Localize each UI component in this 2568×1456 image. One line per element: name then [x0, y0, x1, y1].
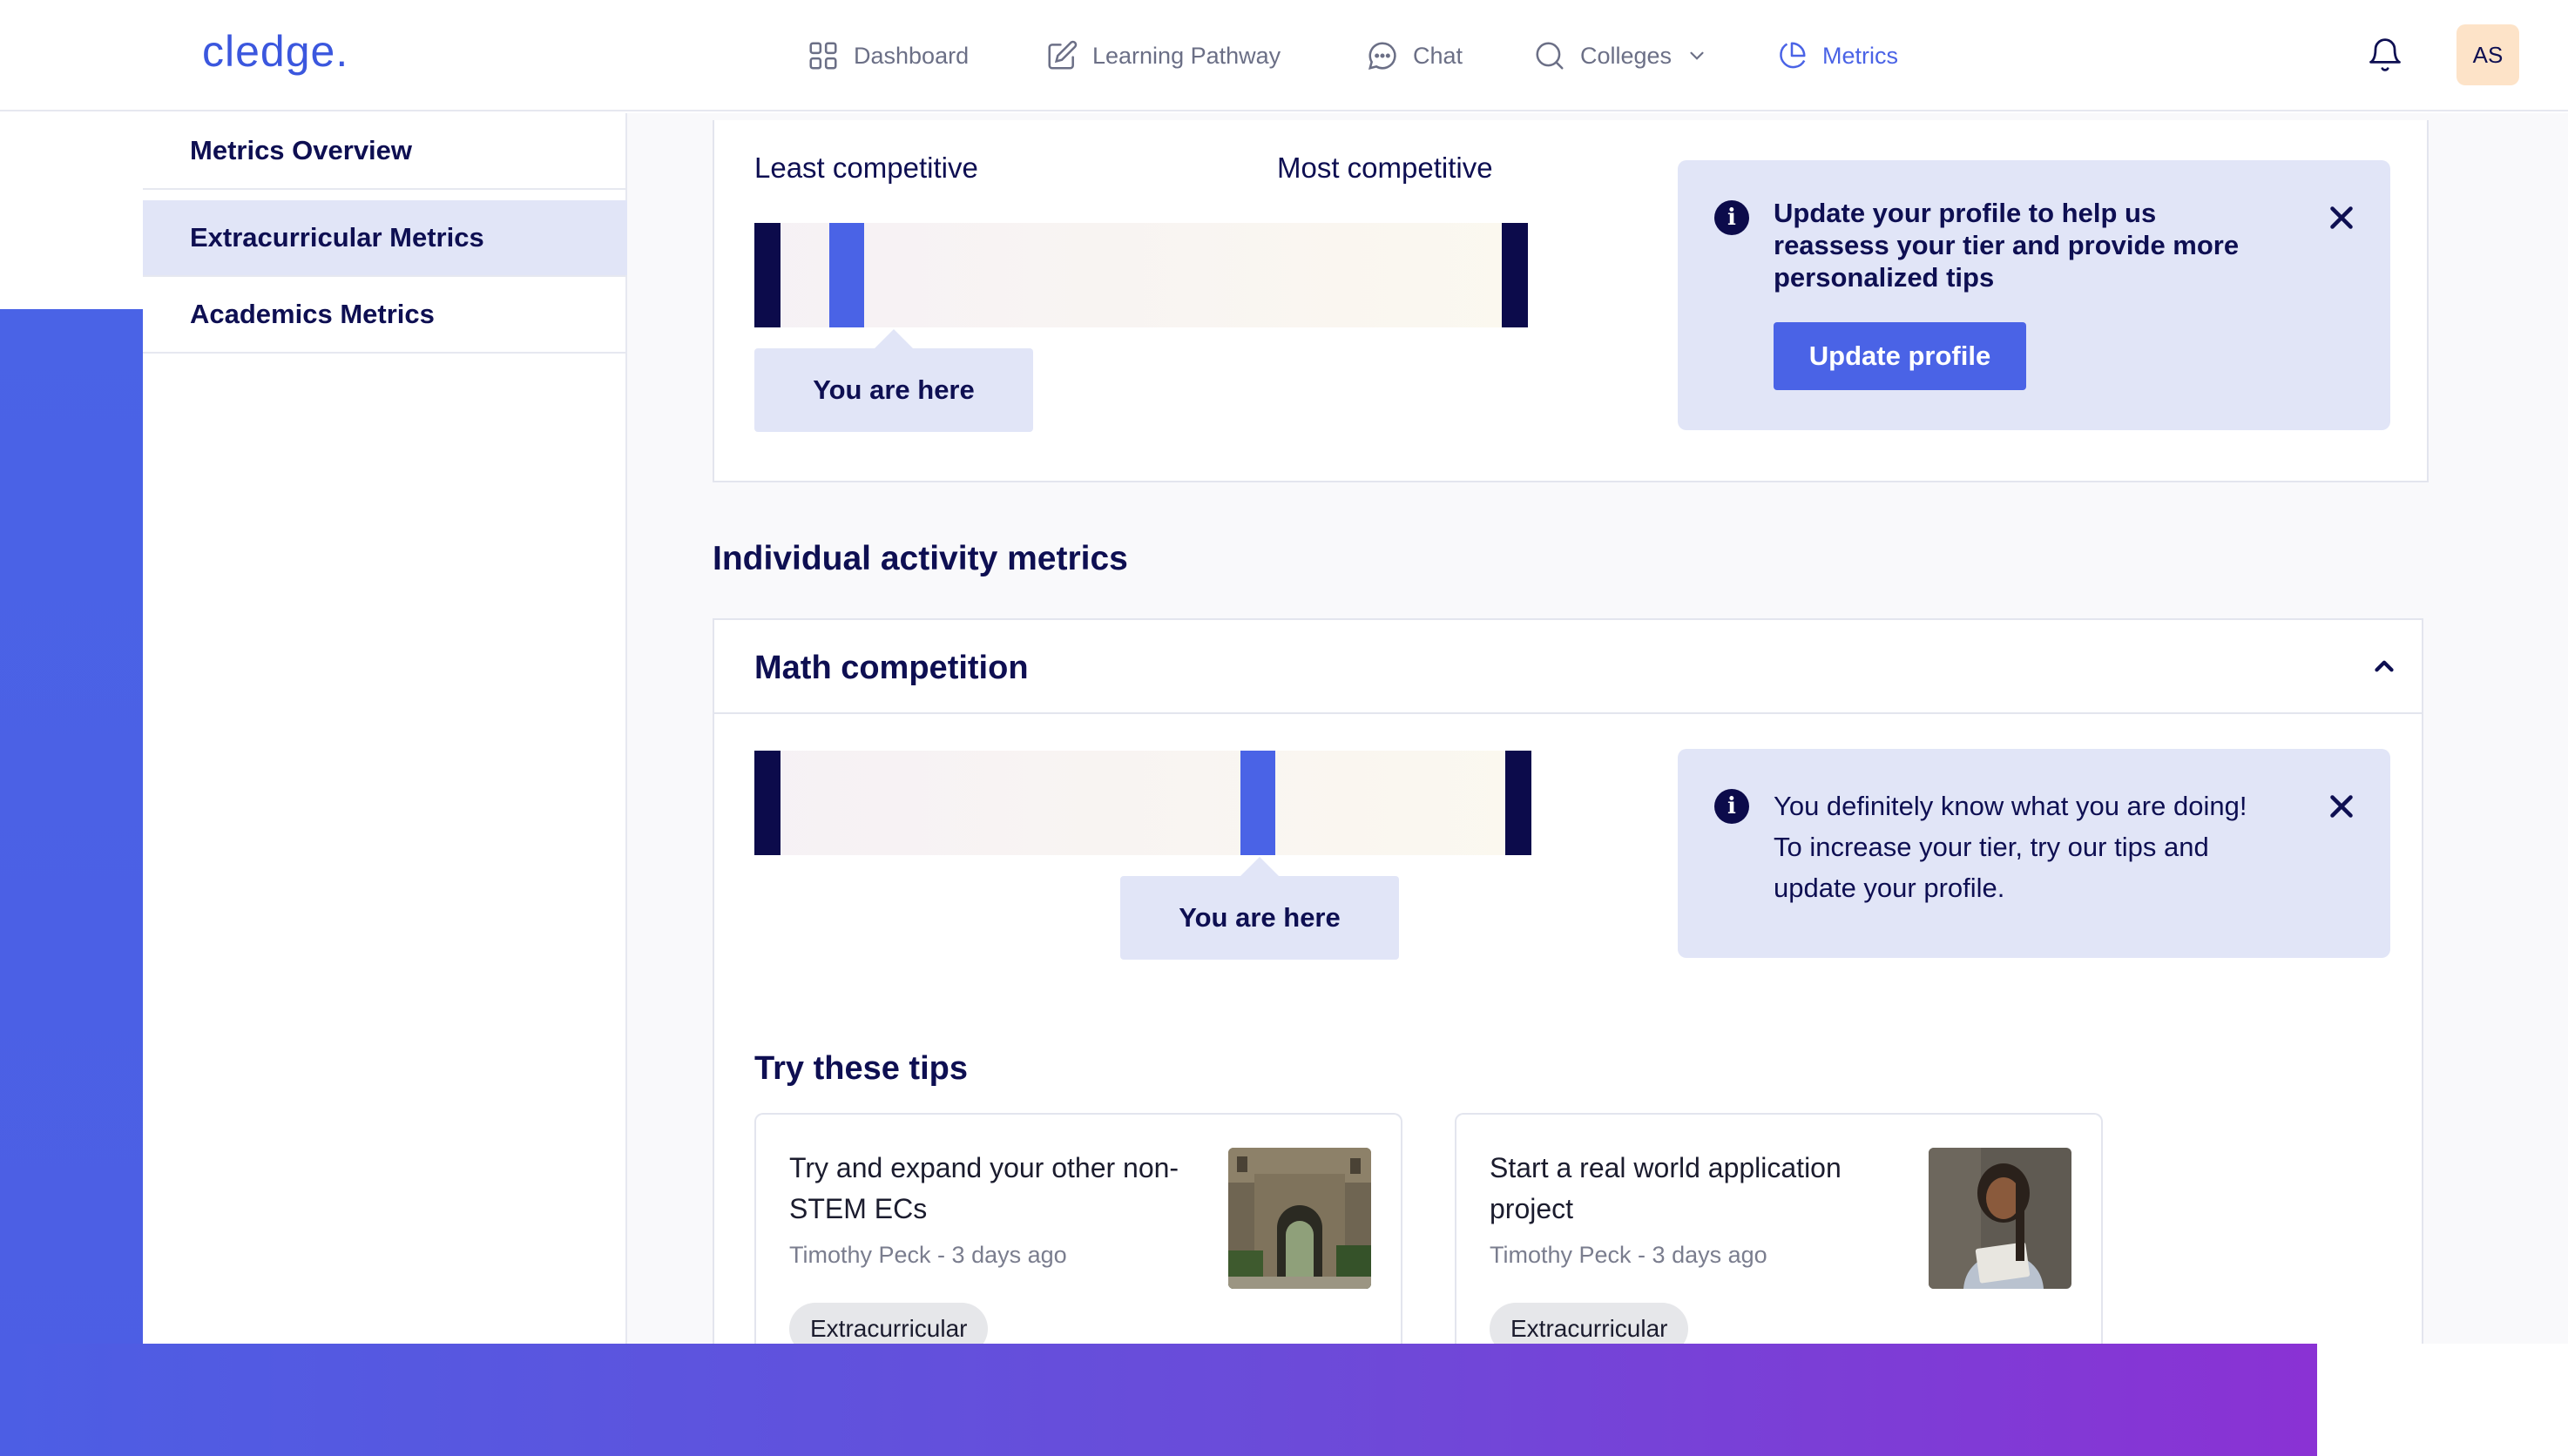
- close-icon[interactable]: [2326, 202, 2357, 233]
- nav-item-colleges[interactable]: Colleges: [1533, 35, 1708, 77]
- metrics-sidebar: Metrics Overview Extracurricular Metrics…: [143, 113, 627, 1344]
- edit-icon: [1048, 40, 1078, 70]
- sidebar-item-metrics-overview[interactable]: Metrics Overview: [143, 113, 627, 190]
- position-marker: [1240, 751, 1275, 855]
- sidebar-item-label: Metrics Overview: [190, 135, 413, 165]
- activity-info-box: i You definitely know what you are doing…: [1678, 749, 2390, 958]
- competitiveness-scale: [754, 223, 1526, 327]
- chevron-down-icon: [1690, 51, 1704, 60]
- student-reading-image: [1929, 1148, 2071, 1289]
- activity-title: Math competition: [754, 650, 1029, 686]
- nav-item-chat[interactable]: Chat: [1366, 35, 1463, 77]
- position-marker: [829, 223, 864, 327]
- nav-item-label: Colleges: [1580, 42, 1673, 69]
- nav-item-dashboard[interactable]: Dashboard: [807, 35, 969, 77]
- activity-card-header[interactable]: Math competition: [714, 620, 2422, 714]
- scale-start-cap: [754, 223, 781, 327]
- tip-tag[interactable]: Extracurricular: [789, 1303, 989, 1344]
- tip-card[interactable]: Start a real world application project T…: [1455, 1113, 2103, 1344]
- search-icon: [1536, 42, 1564, 70]
- you-are-here-label: You are here: [1120, 857, 1399, 960]
- nav-item-label: Chat: [1413, 42, 1463, 69]
- update-profile-button[interactable]: Update profile: [1774, 322, 2026, 390]
- tips-title: Try these tips: [754, 1050, 968, 1087]
- nav-item-label: Dashboard: [854, 42, 970, 69]
- most-competitive-label: Most competitive: [1277, 152, 1493, 184]
- tip-age: 3 days ago: [951, 1242, 1067, 1268]
- bell-icon[interactable]: [2366, 35, 2404, 77]
- activity-competitiveness-scale: [754, 751, 1530, 855]
- decorative-background-bottom: [0, 1344, 2317, 1456]
- top-navigation: cledge. Dashboard Learning Pathway Chat …: [0, 0, 2568, 111]
- pie-chart-icon: [1780, 42, 1806, 69]
- nav-item-label: Metrics: [1822, 42, 1898, 69]
- info-icon: i: [1714, 200, 1749, 235]
- scale-end-cap: [1502, 223, 1528, 327]
- avatar[interactable]: AS: [2456, 24, 2519, 85]
- scale-start-cap: [754, 751, 781, 855]
- tip-author: Timothy Peck: [1490, 1242, 1632, 1268]
- tip-meta: Timothy Peck - 3 days ago: [1490, 1242, 1767, 1268]
- nav-item-learning-pathway[interactable]: Learning Pathway: [1045, 35, 1281, 77]
- nav-item-label: Learning Pathway: [1092, 42, 1281, 69]
- tip-title: Try and expand your other non-STEM ECs: [789, 1152, 1179, 1224]
- sidebar-item-academics-metrics[interactable]: Academics Metrics: [143, 277, 627, 354]
- individual-metrics-title: Individual activity metrics: [713, 540, 1128, 577]
- grid-icon: [809, 42, 837, 70]
- sidebar-item-label: Academics Metrics: [190, 299, 435, 329]
- tip-card[interactable]: Try and expand your other non-STEM ECs T…: [754, 1113, 1402, 1344]
- sidebar-item-extracurricular-metrics[interactable]: Extracurricular Metrics: [143, 200, 627, 277]
- close-icon[interactable]: [2326, 791, 2357, 822]
- campus-archway-image: [1228, 1148, 1371, 1289]
- least-competitive-label: Least competitive: [754, 152, 978, 184]
- you-are-here-label: You are here: [754, 329, 1033, 432]
- chat-bubble-icon: [1368, 42, 1396, 71]
- info-message: You definitely know what you are doing! …: [1774, 791, 2247, 903]
- chevron-up-icon[interactable]: [2369, 651, 2399, 681]
- tip-meta: Timothy Peck - 3 days ago: [789, 1242, 1067, 1268]
- tip-title: Start a real world application project: [1490, 1152, 1842, 1224]
- info-message: Update your profile to help us reassess …: [1774, 198, 2240, 293]
- sidebar-item-label: Extracurricular Metrics: [190, 222, 484, 253]
- overall-tier-card: Least competitive Most competitive You a…: [713, 120, 2429, 482]
- update-profile-info-box: i Update your profile to help us reasses…: [1678, 160, 2390, 430]
- tip-tag[interactable]: Extracurricular: [1490, 1303, 1689, 1344]
- tip-author: Timothy Peck: [789, 1242, 931, 1268]
- info-icon: i: [1714, 789, 1749, 824]
- nav-item-metrics[interactable]: Metrics: [1775, 35, 1898, 77]
- decorative-background-left: [0, 309, 143, 1456]
- tip-age: 3 days ago: [1652, 1242, 1767, 1268]
- cledge-logo[interactable]: cledge.: [202, 26, 348, 77]
- scale-end-cap: [1505, 751, 1531, 855]
